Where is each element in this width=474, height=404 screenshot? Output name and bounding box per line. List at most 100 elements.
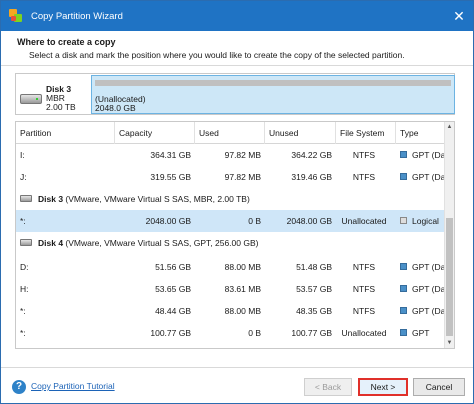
cell-file-system: Unallocated — [341, 328, 387, 338]
disk-row-name: Disk 4 — [38, 238, 64, 248]
header-divider — [1, 65, 473, 66]
cell-partition: *: — [20, 216, 26, 226]
cell-partition: I: — [20, 150, 25, 160]
cell-used: 0 B — [248, 216, 261, 226]
disk-map-partition-size: 2048.0 GB — [95, 103, 136, 113]
column-header-capacity[interactable]: Capacity — [115, 122, 195, 144]
footer-divider — [1, 367, 473, 368]
cell-unused: 2048.00 GB — [286, 216, 332, 226]
cell-file-system: NTFS — [352, 172, 376, 182]
cell-type-label: GPT (Data P... — [412, 150, 446, 160]
disk-row-name: Disk 3 — [38, 194, 64, 204]
cell-unused: 53.57 GB — [296, 284, 332, 294]
table-scrollbar[interactable]: ▲ ▼ — [444, 122, 454, 348]
gpt-partition-icon — [400, 151, 407, 158]
copy-partition-wizard-window: Copy Partition Wizard ✕ Where to create … — [0, 0, 474, 404]
title-bar: Copy Partition Wizard ✕ — [1, 1, 473, 31]
cell-used: 0 B — [248, 328, 261, 338]
help-icon[interactable]: ? — [12, 380, 26, 394]
cell-file-system: NTFS — [352, 262, 376, 272]
disk-row[interactable]: Disk 3 (VMware, VMware Virtual S SAS, MB… — [16, 189, 444, 209]
cell-unused: 364.22 GB — [291, 150, 332, 160]
hard-disk-icon — [20, 239, 32, 246]
table-row-selected[interactable]: *: 2048.00 GB 0 B 2048.00 GB Unallocated… — [16, 210, 444, 232]
disk-row-label: Disk 3 (VMware, VMware Virtual S SAS, MB… — [38, 189, 250, 209]
next-button[interactable]: Next > — [358, 378, 408, 396]
hard-disk-icon — [20, 94, 42, 104]
cell-partition: *: — [20, 306, 26, 316]
hard-disk-icon — [20, 195, 32, 202]
cell-capacity: 319.55 GB — [150, 172, 191, 182]
cell-type: Logical — [400, 210, 446, 232]
cell-file-system: NTFS — [352, 284, 376, 294]
cell-used: 97.82 MB — [224, 150, 261, 160]
cell-capacity: 53.65 GB — [155, 284, 191, 294]
disk-map: Disk 3 MBR 2.00 TB (Unallocated) 2048.0 … — [15, 73, 455, 115]
page-subheading: Select a disk and mark the position wher… — [29, 50, 405, 60]
disk-map-unallocated-partition[interactable]: (Unallocated) 2048.0 GB — [91, 75, 455, 114]
cancel-button[interactable]: Cancel — [413, 378, 465, 396]
table-row[interactable]: *: 48.44 GB 88.00 MB 48.35 GB NTFS GPT (… — [16, 300, 446, 322]
cell-type: GPT (Data P... — [400, 278, 446, 300]
table-row[interactable]: I: 364.31 GB 97.82 MB 364.22 GB NTFS GPT… — [16, 144, 446, 166]
cell-unused: 48.35 GB — [296, 306, 332, 316]
cell-capacity: 2048.00 GB — [145, 216, 191, 226]
table-row[interactable]: D: 51.56 GB 88.00 MB 51.48 GB NTFS GPT (… — [16, 256, 446, 278]
cell-partition: H: — [20, 284, 29, 294]
gpt-partition-icon — [400, 307, 407, 314]
cell-type: GPT (Data P... — [400, 300, 446, 322]
cell-unused: 51.48 GB — [296, 262, 332, 272]
cell-file-system: Unallocated — [341, 216, 387, 226]
column-header-used[interactable]: Used — [195, 122, 265, 144]
cell-file-system: NTFS — [352, 150, 376, 160]
scroll-down-arrow-icon[interactable]: ▼ — [445, 338, 454, 348]
cell-partition: D: — [20, 262, 29, 272]
disk-row-label: Disk 4 (VMware, VMware Virtual S SAS, GP… — [38, 233, 258, 253]
cell-type-label: Logical — [412, 216, 439, 226]
disk-map-size: 2.00 TB — [46, 102, 76, 112]
cell-capacity: 364.31 GB — [150, 150, 191, 160]
table-header: Partition Capacity Used Unused File Syst… — [16, 122, 454, 144]
column-header-partition[interactable]: Partition — [16, 122, 115, 144]
column-header-unused[interactable]: Unused — [265, 122, 336, 144]
partition-table: Partition Capacity Used Unused File Syst… — [15, 121, 455, 349]
cell-used: 88.00 MB — [224, 262, 261, 272]
column-header-type[interactable]: Type — [396, 122, 446, 144]
cell-type: GPT (Data P... — [400, 166, 446, 188]
cell-capacity: 51.56 GB — [155, 262, 191, 272]
cell-unused: 100.77 GB — [291, 328, 332, 338]
cell-used: 83.61 MB — [224, 284, 261, 294]
disk-row[interactable]: Disk 4 (VMware, VMware Virtual S SAS, GP… — [16, 233, 444, 253]
scroll-up-arrow-icon[interactable]: ▲ — [445, 122, 454, 132]
cell-type-label: GPT (Data P... — [412, 306, 446, 316]
table-row[interactable]: J: 319.55 GB 97.82 MB 319.46 GB NTFS GPT… — [16, 166, 446, 188]
disk-row-detail: (VMware, VMware Virtual S SAS, GPT, 256.… — [63, 238, 259, 248]
close-icon[interactable]: ✕ — [451, 8, 467, 24]
column-header-file-system[interactable]: File System — [336, 122, 396, 144]
cell-unused: 319.46 GB — [291, 172, 332, 182]
disk-row-detail: (VMware, VMware Virtual S SAS, MBR, 2.00… — [63, 194, 250, 204]
cell-type-label: GPT (Data P... — [412, 262, 446, 272]
tutorial-link[interactable]: Copy Partition Tutorial — [31, 381, 115, 391]
app-logo-icon — [9, 9, 23, 23]
cell-partition: *: — [20, 328, 26, 338]
cell-type-label: GPT (Data P... — [412, 172, 446, 182]
cell-capacity: 100.77 GB — [150, 328, 191, 338]
gpt-partition-icon — [400, 329, 407, 336]
table-row[interactable]: *: 100.77 GB 0 B 100.77 GB Unallocated G… — [16, 322, 444, 344]
scrollbar-thumb[interactable] — [446, 218, 453, 336]
gpt-partition-icon — [400, 285, 407, 292]
cell-file-system: NTFS — [352, 306, 376, 316]
table-row[interactable]: H: 53.65 GB 83.61 MB 53.57 GB NTFS GPT (… — [16, 278, 446, 300]
partition-usage-bar — [95, 80, 451, 86]
cell-type: GPT — [400, 322, 446, 344]
page-heading: Where to create a copy — [17, 37, 116, 47]
cell-type-label: GPT (Data P... — [412, 284, 446, 294]
cell-type: GPT (Data P... — [400, 256, 446, 278]
cell-used: 97.82 MB — [224, 172, 261, 182]
cell-used: 88.00 MB — [224, 306, 261, 316]
cell-partition: J: — [20, 172, 27, 182]
gpt-partition-icon — [400, 263, 407, 270]
cell-capacity: 48.44 GB — [155, 306, 191, 316]
back-button[interactable]: < Back — [304, 378, 352, 396]
